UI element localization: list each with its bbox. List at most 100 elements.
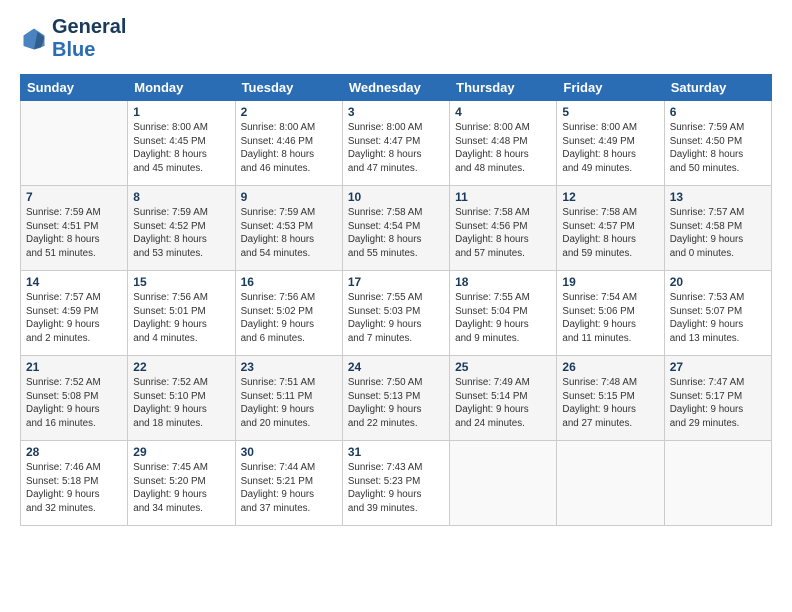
day-info: Sunrise: 7:57 AM Sunset: 4:59 PM Dayligh… <box>26 291 122 346</box>
day-number: 13 <box>670 190 766 204</box>
calendar-cell: 8 Sunrise: 7:59 AM Sunset: 4:52 PM Daylig… <box>128 186 235 271</box>
day-info: Sunrise: 7:44 AM Sunset: 5:21 PM Dayligh… <box>241 461 337 516</box>
day-info: Sunrise: 7:58 AM Sunset: 4:54 PM Dayligh… <box>348 206 444 261</box>
logo-text: General Blue <box>52 16 126 62</box>
calendar-cell: 7 Sunrise: 7:59 AM Sunset: 4:51 PM Daylig… <box>21 186 128 271</box>
day-info: Sunrise: 7:57 AM Sunset: 4:58 PM Dayligh… <box>670 206 766 261</box>
weekday-header-wednesday: Wednesday <box>342 75 449 101</box>
calendar-cell: 6 Sunrise: 7:59 AM Sunset: 4:50 PM Daylig… <box>664 101 771 186</box>
day-info: Sunrise: 7:53 AM Sunset: 5:07 PM Dayligh… <box>670 291 766 346</box>
calendar-cell: 31Sunrise: 7:43 AM Sunset: 5:23 PM Dayli… <box>342 441 449 526</box>
day-number: 27 <box>670 360 766 374</box>
day-info: Sunrise: 7:56 AM Sunset: 5:01 PM Dayligh… <box>133 291 229 346</box>
calendar-cell: 17 Sunrise: 7:55 AM Sunset: 5:03 PM Dayli… <box>342 271 449 356</box>
weekday-header-tuesday: Tuesday <box>235 75 342 101</box>
day-number: 8 <box>133 190 229 204</box>
day-number: 21 <box>26 360 122 374</box>
day-number: 28 <box>26 445 122 459</box>
day-info: Sunrise: 8:00 AM Sunset: 4:48 PM Dayligh… <box>455 121 551 176</box>
day-number: 26 <box>562 360 658 374</box>
day-info: Sunrise: 8:00 AM Sunset: 4:47 PM Dayligh… <box>348 121 444 176</box>
day-info: Sunrise: 7:59 AM Sunset: 4:52 PM Dayligh… <box>133 206 229 261</box>
calendar-cell: 27 Sunrise: 7:47 AM Sunset: 5:17 PM Dayli… <box>664 356 771 441</box>
calendar-cell: 25Sunrise: 7:49 AM Sunset: 5:14 PM Dayli… <box>450 356 557 441</box>
calendar-cell <box>21 101 128 186</box>
calendar-cell: 15 Sunrise: 7:56 AM Sunset: 5:01 PM Dayli… <box>128 271 235 356</box>
day-info: Sunrise: 7:59 AM Sunset: 4:50 PM Dayligh… <box>670 121 766 176</box>
calendar-cell: 12 Sunrise: 7:58 AM Sunset: 4:57 PM Dayli… <box>557 186 664 271</box>
calendar-week-row: 21Sunrise: 7:52 AM Sunset: 5:08 PM Dayli… <box>21 356 772 441</box>
day-info: Sunrise: 8:00 AM Sunset: 4:45 PM Dayligh… <box>133 121 229 176</box>
calendar-week-row: 28 Sunrise: 7:46 AM Sunset: 5:18 PM Dayli… <box>21 441 772 526</box>
calendar-week-row: 14 Sunrise: 7:57 AM Sunset: 4:59 PM Dayli… <box>21 271 772 356</box>
day-info: Sunrise: 7:49 AM Sunset: 5:14 PM Dayligh… <box>455 376 551 431</box>
day-info: Sunrise: 7:54 AM Sunset: 5:06 PM Dayligh… <box>562 291 658 346</box>
day-number: 17 <box>348 275 444 289</box>
calendar-week-row: 7 Sunrise: 7:59 AM Sunset: 4:51 PM Daylig… <box>21 186 772 271</box>
day-number: 10 <box>348 190 444 204</box>
day-number: 1 <box>133 105 229 119</box>
day-number: 30 <box>241 445 337 459</box>
weekday-header-monday: Monday <box>128 75 235 101</box>
day-number: 11 <box>455 190 551 204</box>
calendar-cell: 18Sunrise: 7:55 AM Sunset: 5:04 PM Dayli… <box>450 271 557 356</box>
day-info: Sunrise: 7:58 AM Sunset: 4:56 PM Dayligh… <box>455 206 551 261</box>
calendar-cell <box>450 441 557 526</box>
calendar-cell: 30 Sunrise: 7:44 AM Sunset: 5:21 PM Dayli… <box>235 441 342 526</box>
day-info: Sunrise: 7:46 AM Sunset: 5:18 PM Dayligh… <box>26 461 122 516</box>
weekday-header-thursday: Thursday <box>450 75 557 101</box>
day-number: 16 <box>241 275 337 289</box>
calendar-cell: 11 Sunrise: 7:58 AM Sunset: 4:56 PM Dayli… <box>450 186 557 271</box>
day-info: Sunrise: 7:48 AM Sunset: 5:15 PM Dayligh… <box>562 376 658 431</box>
weekday-header-friday: Friday <box>557 75 664 101</box>
calendar-week-row: 1 Sunrise: 8:00 AM Sunset: 4:45 PM Daylig… <box>21 101 772 186</box>
day-info: Sunrise: 7:59 AM Sunset: 4:53 PM Dayligh… <box>241 206 337 261</box>
day-number: 23 <box>241 360 337 374</box>
calendar-cell: 13 Sunrise: 7:57 AM Sunset: 4:58 PM Dayli… <box>664 186 771 271</box>
day-info: Sunrise: 8:00 AM Sunset: 4:49 PM Dayligh… <box>562 121 658 176</box>
day-number: 4 <box>455 105 551 119</box>
calendar-cell: 22 Sunrise: 7:52 AM Sunset: 5:10 PM Dayli… <box>128 356 235 441</box>
logo-icon <box>20 25 48 53</box>
calendar-cell: 29Sunrise: 7:45 AM Sunset: 5:20 PM Dayli… <box>128 441 235 526</box>
day-number: 5 <box>562 105 658 119</box>
calendar-container: General Blue SundayMondayTuesdayWednesda… <box>0 0 792 536</box>
calendar-cell: 1 Sunrise: 8:00 AM Sunset: 4:45 PM Daylig… <box>128 101 235 186</box>
day-number: 15 <box>133 275 229 289</box>
day-number: 3 <box>348 105 444 119</box>
weekday-header-row: SundayMondayTuesdayWednesdayThursdayFrid… <box>21 75 772 101</box>
day-number: 2 <box>241 105 337 119</box>
day-number: 29 <box>133 445 229 459</box>
calendar-cell: 28 Sunrise: 7:46 AM Sunset: 5:18 PM Dayli… <box>21 441 128 526</box>
calendar-cell: 14 Sunrise: 7:57 AM Sunset: 4:59 PM Dayli… <box>21 271 128 356</box>
calendar-table: SundayMondayTuesdayWednesdayThursdayFrid… <box>20 74 772 526</box>
day-info: Sunrise: 8:00 AM Sunset: 4:46 PM Dayligh… <box>241 121 337 176</box>
calendar-cell: 9Sunrise: 7:59 AM Sunset: 4:53 PM Daylig… <box>235 186 342 271</box>
day-number: 12 <box>562 190 658 204</box>
day-number: 14 <box>26 275 122 289</box>
day-info: Sunrise: 7:52 AM Sunset: 5:10 PM Dayligh… <box>133 376 229 431</box>
day-info: Sunrise: 7:51 AM Sunset: 5:11 PM Dayligh… <box>241 376 337 431</box>
day-number: 20 <box>670 275 766 289</box>
calendar-cell: 21Sunrise: 7:52 AM Sunset: 5:08 PM Dayli… <box>21 356 128 441</box>
calendar-cell: 5 Sunrise: 8:00 AM Sunset: 4:49 PM Daylig… <box>557 101 664 186</box>
weekday-header-saturday: Saturday <box>664 75 771 101</box>
day-info: Sunrise: 7:47 AM Sunset: 5:17 PM Dayligh… <box>670 376 766 431</box>
calendar-cell: 24Sunrise: 7:50 AM Sunset: 5:13 PM Dayli… <box>342 356 449 441</box>
day-number: 6 <box>670 105 766 119</box>
calendar-cell: 3 Sunrise: 8:00 AM Sunset: 4:47 PM Daylig… <box>342 101 449 186</box>
day-info: Sunrise: 7:55 AM Sunset: 5:04 PM Dayligh… <box>455 291 551 346</box>
calendar-cell: 10 Sunrise: 7:58 AM Sunset: 4:54 PM Dayli… <box>342 186 449 271</box>
day-number: 22 <box>133 360 229 374</box>
weekday-header-sunday: Sunday <box>21 75 128 101</box>
calendar-cell <box>664 441 771 526</box>
calendar-cell: 2 Sunrise: 8:00 AM Sunset: 4:46 PM Daylig… <box>235 101 342 186</box>
day-number: 7 <box>26 190 122 204</box>
calendar-cell: 19Sunrise: 7:54 AM Sunset: 5:06 PM Dayli… <box>557 271 664 356</box>
calendar-header: General Blue <box>20 16 772 62</box>
day-info: Sunrise: 7:58 AM Sunset: 4:57 PM Dayligh… <box>562 206 658 261</box>
day-info: Sunrise: 7:55 AM Sunset: 5:03 PM Dayligh… <box>348 291 444 346</box>
day-info: Sunrise: 7:50 AM Sunset: 5:13 PM Dayligh… <box>348 376 444 431</box>
logo: General Blue <box>20 16 126 62</box>
day-info: Sunrise: 7:59 AM Sunset: 4:51 PM Dayligh… <box>26 206 122 261</box>
